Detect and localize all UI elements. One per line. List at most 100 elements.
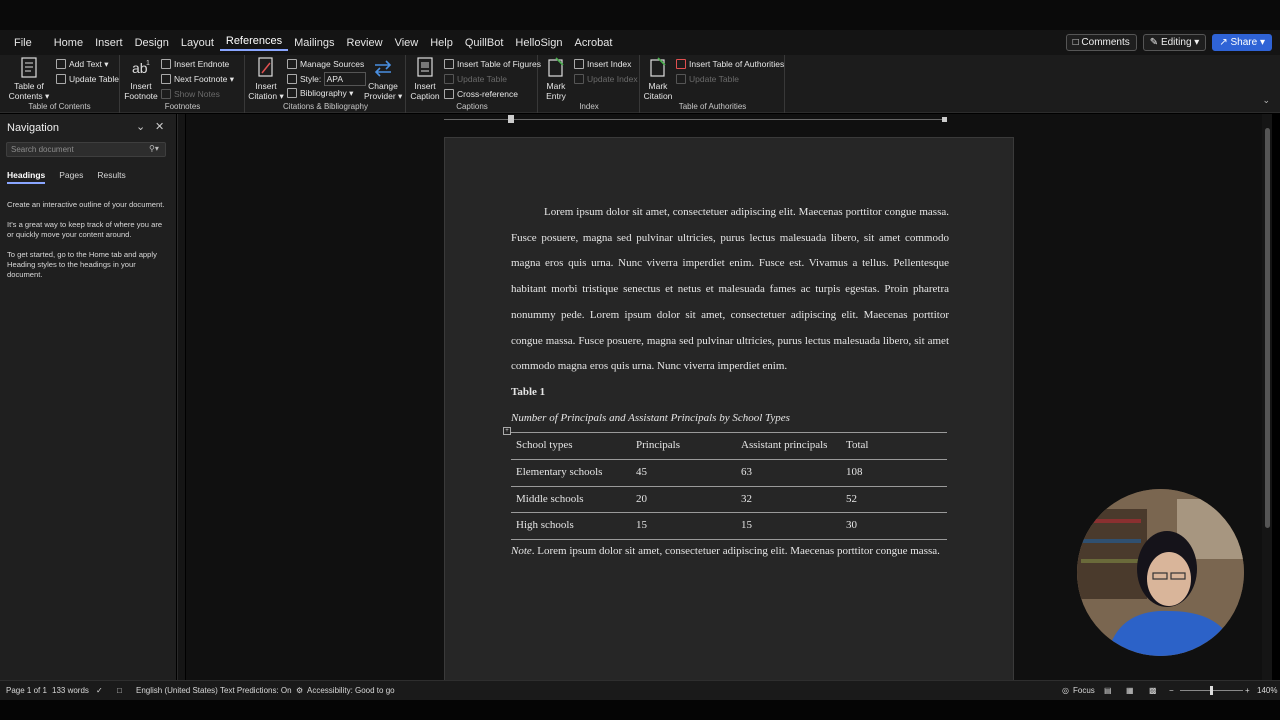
table-cell[interactable]: 15 bbox=[736, 512, 841, 541]
insert-citation-button[interactable]: Insert Citation ▾ bbox=[248, 57, 284, 101]
tab-quillbot[interactable]: QuillBot bbox=[459, 37, 510, 49]
header-total[interactable]: Total bbox=[841, 432, 947, 461]
insert-index-button[interactable]: Insert Index bbox=[574, 58, 631, 70]
table-caption[interactable]: Number of Principals and Assistant Princ… bbox=[511, 406, 949, 432]
tab-headings[interactable]: Headings bbox=[7, 170, 46, 184]
tab-design[interactable]: Design bbox=[129, 37, 175, 49]
update-figures-table-button[interactable]: Update Table bbox=[444, 73, 507, 85]
share-button[interactable]: ↗ Share ▾ bbox=[1212, 34, 1272, 51]
tab-mailings[interactable]: Mailings bbox=[288, 37, 340, 49]
tab-results[interactable]: Results bbox=[97, 170, 125, 184]
insert-footnote-label-2: Footnote bbox=[124, 91, 158, 101]
bibliography-button[interactable]: Bibliography ▾ bbox=[287, 87, 353, 99]
insert-table-of-figures-button[interactable]: Insert Table of Figures bbox=[444, 58, 541, 70]
endnote-icon bbox=[161, 59, 171, 69]
table-of-contents-button[interactable]: Table of Contents ▾ bbox=[8, 57, 50, 101]
zoom-out-icon[interactable]: − bbox=[1169, 686, 1174, 695]
text-predictions-status[interactable]: Text Predictions: On bbox=[220, 686, 292, 695]
tab-file[interactable]: File bbox=[8, 37, 38, 49]
table-cell[interactable]: 15 bbox=[631, 512, 736, 541]
table-cell[interactable]: 63 bbox=[736, 459, 841, 487]
zoom-slider-thumb[interactable] bbox=[1210, 686, 1213, 695]
table-note[interactable]: Note. Lorem ipsum dolor sit amet, consec… bbox=[511, 540, 949, 562]
indent-marker[interactable] bbox=[508, 115, 514, 123]
cross-reference-button[interactable]: Cross-reference bbox=[444, 88, 518, 100]
proofing-icon[interactable]: ✓ bbox=[96, 686, 103, 695]
collapse-ribbon-icon[interactable]: ⌄ bbox=[1262, 95, 1270, 106]
language-status[interactable]: English (United States) bbox=[136, 686, 218, 695]
mark-entry-label-2: Entry bbox=[546, 91, 566, 101]
tab-help[interactable]: Help bbox=[424, 37, 459, 49]
tab-hellosign[interactable]: HelloSign bbox=[509, 37, 568, 49]
document-body[interactable]: Lorem ipsum dolor sit amet, consectetuer… bbox=[511, 200, 949, 562]
search-input[interactable]: Search document bbox=[6, 142, 166, 157]
table-cell[interactable]: 45 bbox=[631, 459, 736, 487]
style-dropdown[interactable]: Style: APA bbox=[287, 72, 366, 86]
chevron-down-icon[interactable]: ⌄ bbox=[136, 120, 145, 133]
table-label[interactable]: Table 1 bbox=[511, 380, 949, 406]
next-footnote-button[interactable]: Next Footnote ▾ bbox=[161, 73, 234, 85]
editing-mode-button[interactable]: ✎ Editing ▾ bbox=[1142, 34, 1207, 51]
insert-endnote-button[interactable]: Insert Endnote bbox=[161, 58, 229, 70]
group-label-toc: Table of Contents bbox=[28, 102, 91, 111]
table-cell[interactable]: Middle schools bbox=[511, 486, 631, 514]
update-index-button[interactable]: Update Index bbox=[574, 73, 638, 85]
document-page[interactable]: Lorem ipsum dolor sit amet, consectetuer… bbox=[444, 137, 1014, 680]
tab-insert[interactable]: Insert bbox=[89, 37, 129, 49]
table-cell[interactable]: High schools bbox=[511, 512, 631, 541]
table-cell[interactable]: Elementary schools bbox=[511, 459, 631, 487]
focus-button[interactable]: Focus bbox=[1073, 686, 1095, 695]
accessibility-status[interactable]: Accessibility: Good to go bbox=[307, 686, 395, 695]
insert-footnote-button[interactable]: ab 1 Insert Footnote bbox=[123, 57, 159, 101]
page-count[interactable]: Page 1 of 1 bbox=[6, 686, 47, 695]
body-paragraph[interactable]: Lorem ipsum dolor sit amet, consectetuer… bbox=[511, 200, 949, 380]
tab-home[interactable]: Home bbox=[48, 37, 89, 49]
help-text-2: It's a great way to keep track of where … bbox=[7, 220, 163, 239]
tab-review[interactable]: Review bbox=[341, 37, 389, 49]
table-cell[interactable]: 20 bbox=[631, 486, 736, 514]
tab-acrobat[interactable]: Acrobat bbox=[568, 37, 618, 49]
insert-caption-button[interactable]: Insert Caption bbox=[410, 57, 440, 101]
zoom-level[interactable]: 140% bbox=[1257, 686, 1277, 695]
update-authorities-icon bbox=[676, 74, 686, 84]
tab-view[interactable]: View bbox=[389, 37, 425, 49]
document-scrollbar[interactable] bbox=[1262, 114, 1272, 680]
change-provider-button[interactable]: Change Provider ▾ bbox=[364, 57, 402, 101]
show-notes-button[interactable]: Show Notes bbox=[161, 88, 220, 100]
insert-table-of-authorities-button[interactable]: Insert Table of Authorities bbox=[676, 58, 784, 70]
group-citations: Insert Citation ▾ Manage Sources Style: … bbox=[246, 55, 406, 113]
update-figures-icon bbox=[444, 74, 454, 84]
comments-button[interactable]: □ Comments bbox=[1065, 34, 1137, 51]
tab-pages[interactable]: Pages bbox=[59, 170, 83, 184]
scrollbar-thumb[interactable] bbox=[1265, 128, 1270, 528]
add-text-button[interactable]: Add Text ▾ bbox=[56, 58, 109, 70]
header-assistant-principals[interactable]: Assistant principals bbox=[736, 432, 841, 461]
update-table-button[interactable]: Update Table bbox=[56, 73, 119, 85]
navigation-scrollbar[interactable] bbox=[177, 114, 185, 680]
update-authorities-table-button[interactable]: Update Table bbox=[676, 73, 739, 85]
table-cell[interactable]: 52 bbox=[841, 486, 947, 514]
header-school-types[interactable]: School types bbox=[511, 432, 631, 461]
zoom-in-icon[interactable]: + bbox=[1245, 686, 1250, 695]
macro-icon[interactable]: □ bbox=[117, 686, 122, 695]
search-icon[interactable]: ⚲▾ bbox=[149, 144, 172, 153]
tab-references[interactable]: References bbox=[219, 35, 289, 51]
manage-sources-button[interactable]: Manage Sources bbox=[287, 58, 364, 70]
right-indent-marker[interactable] bbox=[942, 117, 947, 122]
mark-citation-button[interactable]: Mark Citation bbox=[643, 57, 673, 101]
mark-entry-button[interactable]: Mark Entry bbox=[543, 57, 569, 101]
read-mode-icon[interactable]: ▤ bbox=[1104, 686, 1112, 695]
table-cell[interactable]: 108 bbox=[841, 459, 947, 487]
close-icon[interactable]: ✕ bbox=[155, 120, 164, 133]
document-icon bbox=[21, 57, 37, 78]
web-layout-icon[interactable]: ▩ bbox=[1149, 686, 1157, 695]
header-principals[interactable]: Principals bbox=[631, 432, 736, 461]
table-move-handle-icon[interactable]: + bbox=[503, 427, 511, 435]
print-layout-icon[interactable]: ▦ bbox=[1126, 686, 1134, 695]
table-cell[interactable]: 32 bbox=[736, 486, 841, 514]
group-label-captions: Captions bbox=[456, 102, 488, 111]
data-table[interactable]: School types Principals Assistant princi… bbox=[511, 432, 947, 541]
table-cell[interactable]: 30 bbox=[841, 512, 947, 541]
tab-layout[interactable]: Layout bbox=[175, 37, 220, 49]
word-count[interactable]: 133 words bbox=[52, 686, 89, 695]
